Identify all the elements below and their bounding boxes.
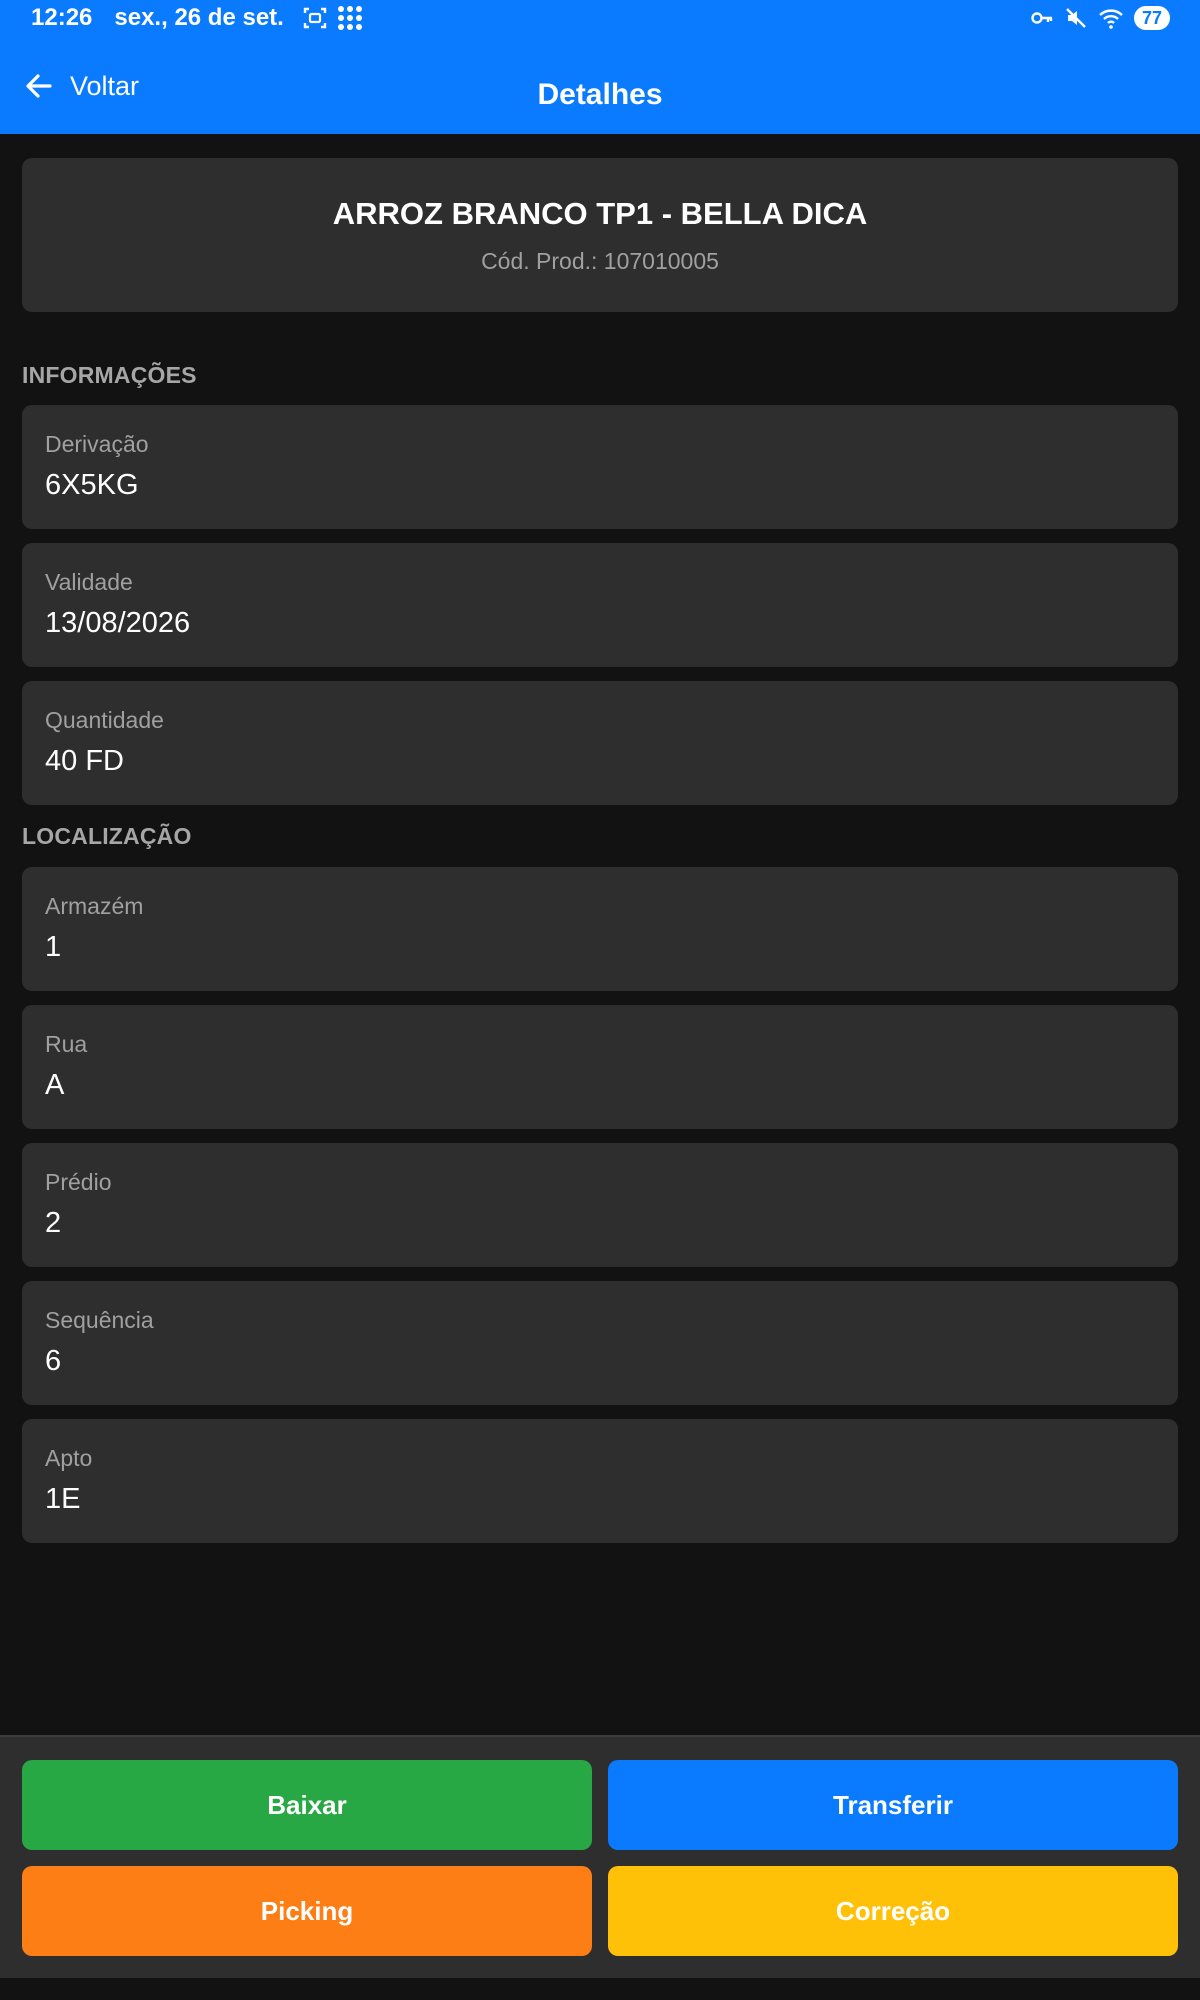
section-title-info: INFORMAÇÕES xyxy=(22,362,197,388)
status-time: 12:26 xyxy=(31,4,93,31)
field-label: Sequência xyxy=(45,1307,154,1333)
field-value: 40 FD xyxy=(45,745,124,777)
field-value: A xyxy=(45,1069,65,1101)
field-value: 2 xyxy=(45,1207,62,1239)
picking-button[interactable]: Picking xyxy=(22,1866,592,1956)
field-card-validade: Validade 13/08/2026 xyxy=(22,543,1178,667)
field-label: Derivação xyxy=(45,431,149,457)
section-title-location: LOCALIZAÇÃO xyxy=(22,823,192,849)
field-value: 6 xyxy=(45,1345,62,1377)
field-label: Armazém xyxy=(45,893,144,919)
wifi-icon xyxy=(1099,9,1123,29)
field-label: Rua xyxy=(45,1031,88,1057)
header: 12:26 sex., 26 de set. 77 Voltar Detalhe… xyxy=(0,0,1200,134)
system-nav-bar xyxy=(0,1978,1200,2000)
field-value: 1 xyxy=(45,931,62,963)
product-card: ARROZ BRANCO TP1 - BELLA DICA Cód. Prod.… xyxy=(22,158,1178,312)
status-left-icons xyxy=(302,4,364,32)
field-card-armazem: Armazém 1 xyxy=(22,867,1178,991)
action-panel: Baixar Transferir Picking Correção xyxy=(0,1735,1200,1978)
baixar-button[interactable]: Baixar xyxy=(22,1760,592,1850)
status-bar: 12:26 sex., 26 de set. 77 xyxy=(0,0,1200,36)
field-label: Apto xyxy=(45,1445,93,1471)
field-label: Quantidade xyxy=(45,707,164,733)
apps-grid-icon xyxy=(337,6,362,30)
key-icon xyxy=(1031,12,1053,24)
status-right-icons: 77 xyxy=(1030,4,1170,32)
battery-icon: 77 xyxy=(1134,6,1170,30)
product-name: ARROZ BRANCO TP1 - BELLA DICA xyxy=(332,196,868,231)
field-card-predio: Prédio 2 xyxy=(22,1143,1178,1267)
mute-icon xyxy=(1066,8,1086,28)
product-code: Cód. Prod.: 107010005 xyxy=(481,248,719,274)
field-label: Prédio xyxy=(45,1169,112,1195)
field-card-sequencia: Sequência 6 xyxy=(22,1281,1178,1405)
field-value: 6X5KG xyxy=(45,469,139,501)
transferir-button[interactable]: Transferir xyxy=(608,1760,1178,1850)
field-value: 1E xyxy=(45,1483,81,1515)
page-title: Detalhes xyxy=(537,78,663,111)
field-card-quantidade: Quantidade 40 FD xyxy=(22,681,1178,805)
screenshot-icon xyxy=(303,7,327,29)
field-label: Validade xyxy=(45,569,133,595)
field-card-derivacao: Derivação 6X5KG xyxy=(22,405,1178,529)
nav-bar: Voltar Detalhes xyxy=(0,36,1200,134)
correcao-button[interactable]: Correção xyxy=(608,1866,1178,1956)
details-screen: 12:26 sex., 26 de set. 77 Voltar Detalhe… xyxy=(0,0,1200,2000)
field-card-rua: Rua A xyxy=(22,1005,1178,1129)
field-card-apto: Apto 1E xyxy=(22,1419,1178,1543)
status-date: sex., 26 de set. xyxy=(114,4,284,31)
field-value: 13/08/2026 xyxy=(45,607,191,639)
